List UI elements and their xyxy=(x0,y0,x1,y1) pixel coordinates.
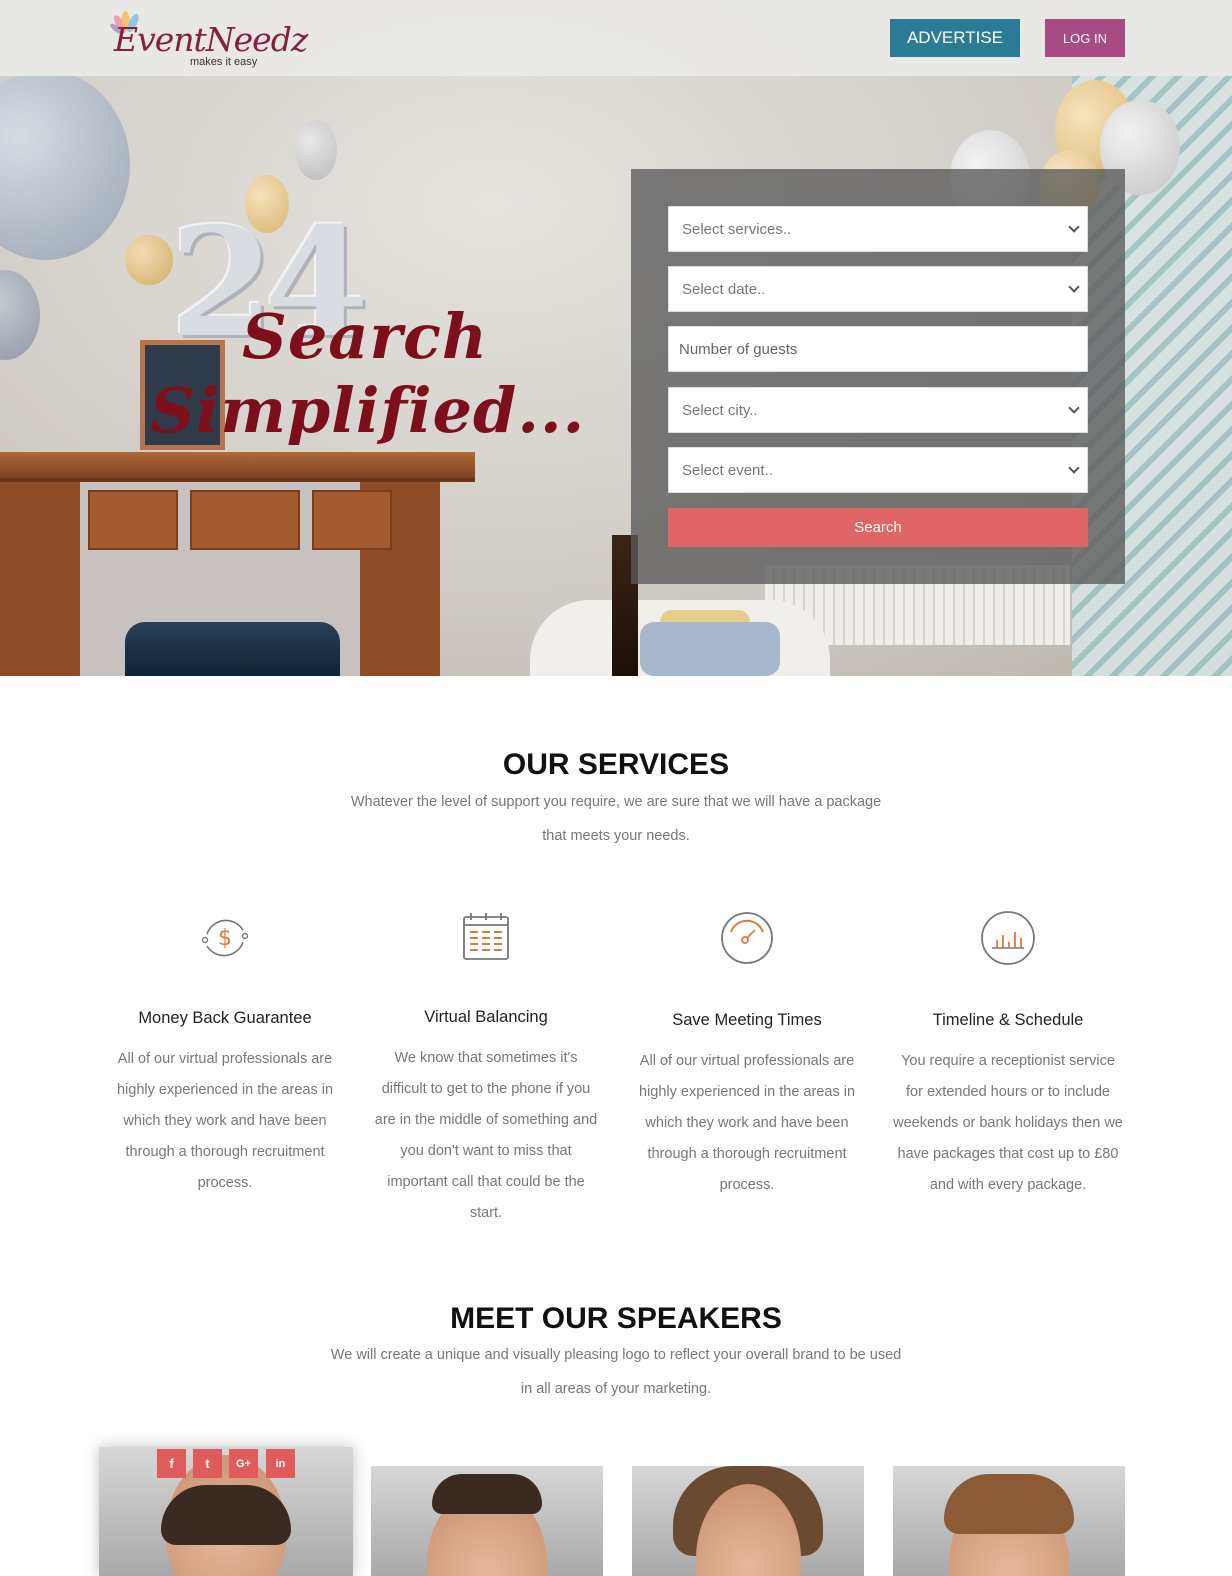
search-button[interactable]: Search xyxy=(668,508,1088,547)
linkedin-icon[interactable]: in xyxy=(266,1449,295,1478)
chevron-down-icon xyxy=(1068,221,1080,233)
service-card-timeline-schedule: Timeline & Schedule You require a recept… xyxy=(893,910,1123,1201)
service-line: have packages that cost up to £80 xyxy=(897,1146,1119,1162)
speaker-card[interactable] xyxy=(371,1466,603,1576)
speedometer-icon xyxy=(721,912,773,964)
hero-title: Search Simplified... xyxy=(150,300,584,448)
speakers-subtitle-line2: in all areas of your marketing. xyxy=(520,1381,712,1397)
service-line: which they work and have been xyxy=(123,1113,327,1129)
search-form: Select services.. Select date.. Number o… xyxy=(631,169,1125,584)
service-line: You require a receptionist service xyxy=(901,1053,1115,1069)
service-description: We know that sometimes it's difficult to… xyxy=(371,1043,601,1229)
service-card-save-meeting-times: Save Meeting Times All of our virtual pr… xyxy=(632,910,862,1201)
service-title: Money Back Guarantee xyxy=(138,1009,312,1027)
services-subtitle: Whatever the level of support you requir… xyxy=(316,785,916,853)
login-button[interactable]: LOG IN xyxy=(1045,19,1125,57)
speaker-card[interactable] xyxy=(893,1466,1125,1576)
event-select-label: Select event.. xyxy=(682,461,773,479)
services-select[interactable]: Select services.. xyxy=(668,206,1088,252)
service-line: important call that could be the xyxy=(387,1174,585,1190)
services-subtitle-line2: that meets your needs. xyxy=(542,828,690,844)
city-select[interactable]: Select city.. xyxy=(668,387,1088,433)
services-subtitle-line1: Whatever the level of support you requir… xyxy=(350,794,882,810)
advertise-button[interactable]: ADVERTISE xyxy=(890,19,1020,57)
city-select-label: Select city.. xyxy=(682,401,758,419)
service-card-money-back: $ Money Back Guarantee All of our virtua… xyxy=(110,910,340,1199)
date-select-label: Select date.. xyxy=(682,280,766,298)
service-title: Timeline & Schedule xyxy=(932,1011,1084,1029)
service-line: All of our virtual professionals are xyxy=(639,1053,855,1069)
service-line: through a thorough recruitment xyxy=(647,1146,847,1162)
service-line: for extended hours or to include xyxy=(906,1084,1110,1100)
brand-logo[interactable]: EventNeedz makes it easy xyxy=(108,8,308,68)
hero-title-line2: Simplified... xyxy=(150,374,586,447)
bar-chart-icon xyxy=(981,911,1035,965)
service-description: You require a receptionist service for e… xyxy=(893,1046,1123,1201)
service-line: We know that sometimes it's xyxy=(394,1050,578,1066)
service-line: are in the middle of something and xyxy=(374,1112,598,1128)
service-line: All of our virtual professionals are xyxy=(117,1051,333,1067)
speakers-title: MEET OUR SPEAKERS xyxy=(450,1302,782,1335)
service-line: through a thorough recruitment xyxy=(125,1144,325,1160)
hero-title-line1: Search xyxy=(242,300,488,373)
service-line: you don't want to miss that xyxy=(400,1143,572,1159)
service-title: Save Meeting Times xyxy=(672,1011,822,1029)
speaker-card[interactable] xyxy=(99,1447,353,1576)
service-line: highly experienced in the areas in xyxy=(116,1082,334,1098)
speakers-subtitle: We will create a unique and visually ple… xyxy=(306,1338,926,1406)
services-title: OUR SERVICES xyxy=(502,748,730,781)
guests-input[interactable]: Number of guests xyxy=(668,326,1088,372)
event-select[interactable]: Select event.. xyxy=(668,447,1088,493)
service-line: start. xyxy=(469,1205,503,1221)
logo-wordmark: EventNeedz xyxy=(114,20,308,59)
guests-input-placeholder: Number of guests xyxy=(679,340,798,358)
twitter-icon[interactable]: t xyxy=(193,1449,222,1478)
speaker-card[interactable] xyxy=(632,1466,864,1576)
speakers-subtitle-line1: We will create a unique and visually ple… xyxy=(330,1347,902,1363)
services-select-label: Select services.. xyxy=(682,220,792,238)
service-line: and with every package. xyxy=(929,1177,1087,1193)
service-line: weekends or bank holidays then we xyxy=(893,1115,1123,1131)
service-line: which they work and have been xyxy=(645,1115,849,1131)
chevron-down-icon xyxy=(1068,281,1080,293)
google-plus-icon[interactable]: G+ xyxy=(229,1449,258,1478)
svg-text:$: $ xyxy=(218,926,232,951)
money-back-icon: $ xyxy=(201,919,249,957)
facebook-icon[interactable]: f xyxy=(157,1449,186,1478)
service-description: All of our virtual professionals are hig… xyxy=(110,1044,340,1199)
logo-tagline: makes it easy xyxy=(190,56,258,68)
top-navbar: EventNeedz makes it easy ADVERTISE LOG I… xyxy=(0,0,1232,76)
service-title: Virtual Balancing xyxy=(424,1008,548,1026)
service-line: process. xyxy=(197,1175,253,1191)
chevron-down-icon xyxy=(1068,402,1080,414)
service-line: highly experienced in the areas in xyxy=(638,1084,856,1100)
service-line: difficult to get to the phone if you xyxy=(381,1081,591,1097)
service-line: process. xyxy=(719,1177,775,1193)
calendar-icon xyxy=(463,913,509,960)
date-select[interactable]: Select date.. xyxy=(668,266,1088,312)
service-description: All of our virtual professionals are hig… xyxy=(632,1046,862,1201)
hero-banner: 24 Search Simplified... Select services.… xyxy=(0,0,1232,676)
service-card-virtual-balancing: Virtual Balancing We know that sometimes… xyxy=(371,910,601,1229)
chevron-down-icon xyxy=(1068,462,1080,474)
